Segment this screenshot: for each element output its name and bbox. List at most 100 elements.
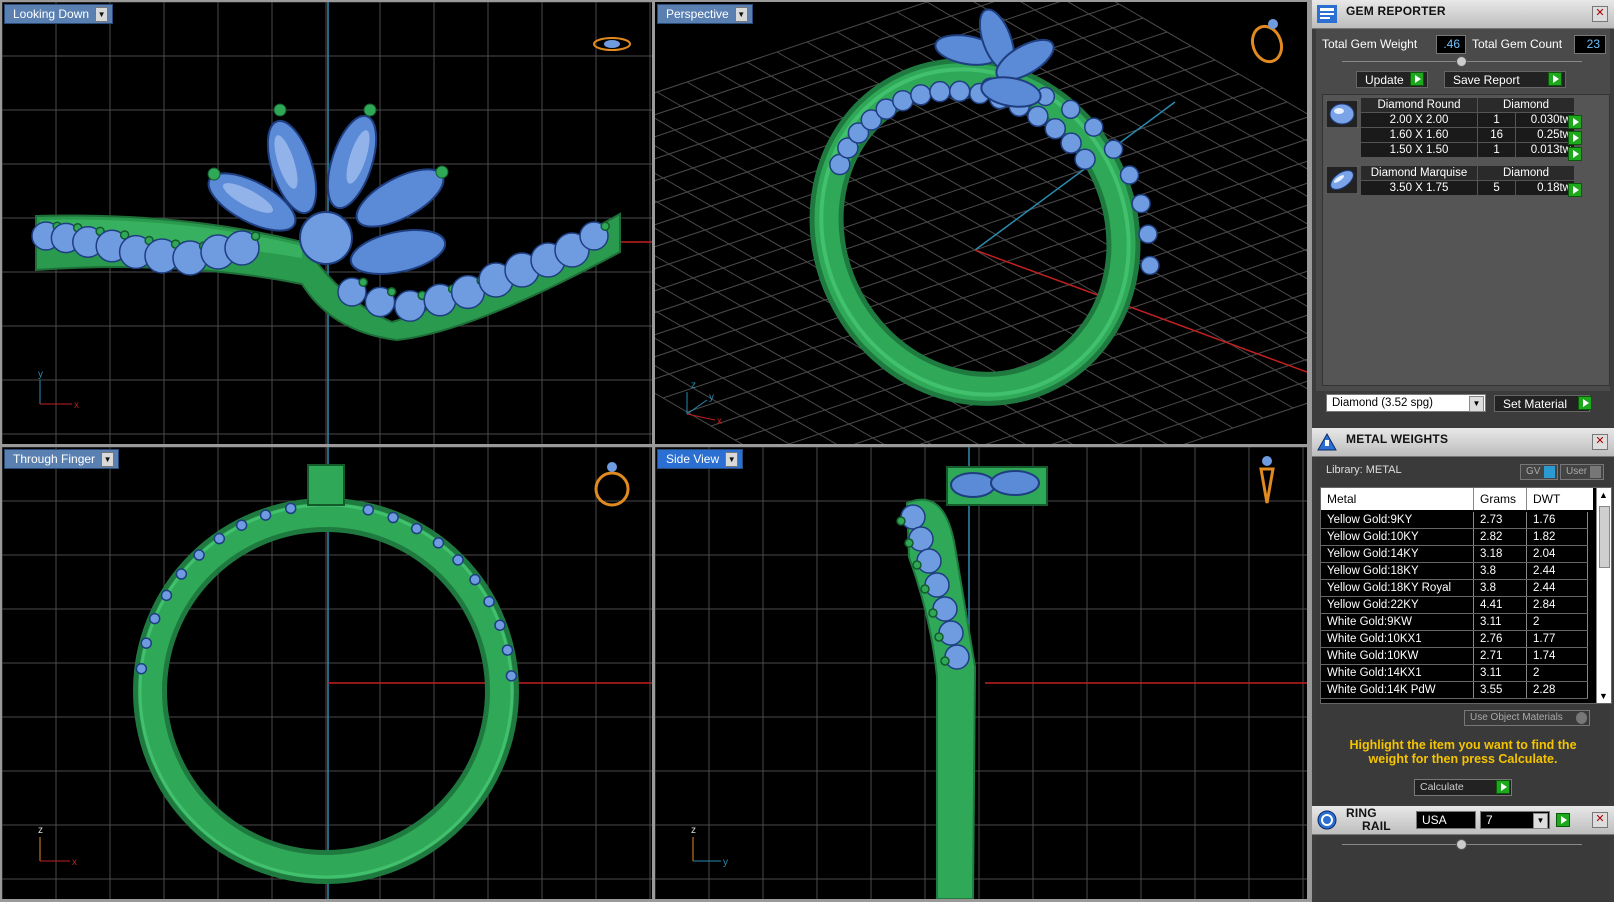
set-material-button[interactable]: Set Material xyxy=(1494,395,1590,412)
axis-triad: z x xyxy=(38,825,77,868)
viewport-label[interactable]: Through Finger ▼ xyxy=(4,449,120,469)
chevron-down-icon[interactable]: ▼ xyxy=(1533,813,1548,829)
library-label: Library: METAL xyxy=(1326,464,1402,476)
total-gem-count-label: Total Gem Count xyxy=(1472,37,1563,51)
close-icon[interactable]: ✕ xyxy=(1592,434,1608,450)
metal-row[interactable]: Yellow Gold:22KY 4.41 2.84 xyxy=(1321,596,1588,614)
axis-x-label: x xyxy=(74,400,79,411)
gem-row[interactable]: 1.50 X 1.50 1 0.013tw xyxy=(1360,142,1575,158)
column-header-metal[interactable]: Metal xyxy=(1321,488,1474,510)
use-object-materials-toggle[interactable]: Use Object Materials xyxy=(1464,710,1590,726)
ring-size-select[interactable]: 7 ▼ xyxy=(1480,811,1550,829)
svg-text:y: y xyxy=(709,392,714,403)
viewport-perspective[interactable]: z y x Perspective ▼ xyxy=(655,2,1307,444)
view-orientation-icon[interactable] xyxy=(594,462,630,507)
metal-row[interactable]: Yellow Gold:18KY Royal 3.8 2.44 xyxy=(1321,579,1588,597)
select-gem-row-icon[interactable] xyxy=(1568,147,1582,161)
viewport-looking-down[interactable]: y x Looking Down ▼ xyxy=(2,2,652,444)
metal-row[interactable]: White Gold:14K PdW 3.55 2.28 xyxy=(1321,681,1588,699)
metal-row[interactable]: Yellow Gold:9KY 2.73 1.76 xyxy=(1321,512,1588,529)
gem-row[interactable]: 1.60 X 1.60 16 0.25tw xyxy=(1360,127,1575,143)
looking-down-scene: y x xyxy=(2,2,652,444)
chevron-down-icon[interactable]: ▼ xyxy=(101,451,115,467)
ring-rail-title: RING RAIL xyxy=(1346,806,1391,833)
gem-group-header[interactable]: Diamond Marquise Diamond xyxy=(1360,165,1575,181)
scrollbar-thumb[interactable] xyxy=(1599,506,1610,568)
view-orientation-icon[interactable] xyxy=(1248,19,1287,66)
metal-list[interactable]: Metal Grams DWT Yellow Gold:9KY 2.73 1.76 Y… xyxy=(1320,487,1612,704)
metal-table: Yellow Gold:9KY 2.73 1.76 Yellow Gold:10KY 2… xyxy=(1321,512,1588,699)
gem-reporter-header: GEM REPORTER ✕ xyxy=(1312,0,1614,29)
scale-icon xyxy=(1317,432,1337,451)
set-material-go-icon[interactable] xyxy=(1578,396,1592,410)
close-icon[interactable]: ✕ xyxy=(1592,6,1608,22)
total-gem-count-value: 23 xyxy=(1574,35,1606,54)
gv-toggle[interactable]: GV xyxy=(1520,464,1558,480)
material-select[interactable]: Diamond (3.52 spg) ▼ xyxy=(1326,394,1486,412)
viewport-label[interactable]: Perspective ▼ xyxy=(657,4,753,24)
side-view-scene: z y xyxy=(655,447,1307,899)
column-header-grams[interactable]: Grams xyxy=(1474,488,1527,510)
gem-row[interactable]: 2.00 X 2.00 1 0.030tw xyxy=(1360,112,1575,128)
gem-table-marquise: Diamond Marquise Diamond 3.50 X 1.75 5 0.18… xyxy=(1360,165,1575,196)
perspective-scene: z y x xyxy=(655,2,1307,444)
viewport-side-view[interactable]: z y Side View ▼ xyxy=(655,447,1307,899)
ring-rail-header: RING RAIL USA 7 ▼ ✕ xyxy=(1312,806,1614,835)
svg-text:z: z xyxy=(691,825,696,836)
gem-reporter-icon xyxy=(1317,5,1337,23)
country-select[interactable]: USA xyxy=(1416,811,1476,829)
svg-text:x: x xyxy=(717,416,722,427)
calculate-go-icon[interactable] xyxy=(1496,780,1510,794)
metal-row[interactable]: White Gold:9KW 3.11 2 xyxy=(1321,613,1588,631)
calculate-hint: Highlight the item you want to find the … xyxy=(1349,738,1577,766)
metal-row[interactable]: Yellow Gold:10KY 2.82 1.82 xyxy=(1321,528,1588,546)
scrollbar[interactable]: ▲ ▼ xyxy=(1596,488,1611,703)
gem-table-round: Diamond Round Diamond 2.00 X 2.00 1 0.030tw… xyxy=(1360,97,1575,158)
gem-reporter-title: GEM REPORTER xyxy=(1346,4,1446,18)
user-toggle[interactable]: User xyxy=(1560,464,1604,480)
select-gem-row-icon[interactable] xyxy=(1568,131,1582,145)
axis-triad: z y x xyxy=(686,380,722,427)
ring-rail-icon xyxy=(1317,810,1337,830)
axis-y-label: y xyxy=(38,369,43,380)
select-gem-row-icon[interactable] xyxy=(1568,115,1582,129)
svg-text:y: y xyxy=(723,857,728,868)
metal-row[interactable]: Yellow Gold:18KY 3.8 2.44 xyxy=(1321,562,1588,580)
view-orientation-icon[interactable] xyxy=(1259,456,1275,504)
chevron-down-icon[interactable]: ▼ xyxy=(95,6,109,22)
through-finger-scene: z x xyxy=(2,447,652,899)
scroll-down-icon[interactable]: ▼ xyxy=(1599,691,1608,701)
splitter-knob-icon[interactable] xyxy=(1456,56,1467,67)
viewport-through-finger[interactable]: z x Through Finger ▼ xyxy=(2,447,652,899)
viewport-label[interactable]: Side View ▼ xyxy=(657,449,744,469)
save-report-go-icon[interactable] xyxy=(1548,72,1562,86)
marquise-diamond-icon xyxy=(1326,166,1358,194)
svg-text:z: z xyxy=(38,825,43,836)
gem-group-header[interactable]: Diamond Round Diamond xyxy=(1360,97,1575,113)
chevron-down-icon[interactable]: ▼ xyxy=(734,6,748,22)
total-gem-weight-label: Total Gem Weight xyxy=(1322,37,1418,51)
scroll-up-icon[interactable]: ▲ xyxy=(1599,490,1608,500)
update-go-icon[interactable] xyxy=(1410,72,1424,86)
total-gem-weight-value: .46 xyxy=(1436,35,1466,54)
metal-row[interactable]: Yellow Gold:14KY 3.18 2.04 xyxy=(1321,545,1588,563)
metal-row[interactable]: White Gold:10KX1 2.76 1.77 xyxy=(1321,630,1588,648)
chevron-down-icon[interactable]: ▼ xyxy=(1469,396,1484,412)
viewport-label[interactable]: Looking Down ▼ xyxy=(4,4,114,24)
svg-text:x: x xyxy=(72,857,77,868)
select-gem-row-icon[interactable] xyxy=(1568,183,1582,197)
round-diamond-icon xyxy=(1326,100,1358,128)
splitter-knob-icon[interactable] xyxy=(1456,839,1467,850)
metal-weights-title: METAL WEIGHTS xyxy=(1346,432,1449,446)
gem-row[interactable]: 3.50 X 1.75 5 0.18tw xyxy=(1360,180,1575,196)
chevron-down-icon[interactable]: ▼ xyxy=(725,451,739,467)
side-panel: GEM REPORTER ✕ Total Gem Weight .46 Tota… xyxy=(1312,0,1614,902)
metal-row[interactable]: White Gold:10KW 2.71 1.74 xyxy=(1321,647,1588,665)
column-header-dwt[interactable]: DWT xyxy=(1527,488,1593,510)
view-orientation-icon[interactable] xyxy=(593,37,631,51)
svg-text:z: z xyxy=(691,380,696,391)
close-icon[interactable]: ✕ xyxy=(1592,812,1608,828)
metal-row[interactable]: White Gold:14KX1 3.11 2 xyxy=(1321,664,1588,682)
axis-triad: y x xyxy=(38,369,79,411)
ring-rail-go-icon[interactable] xyxy=(1556,813,1570,827)
